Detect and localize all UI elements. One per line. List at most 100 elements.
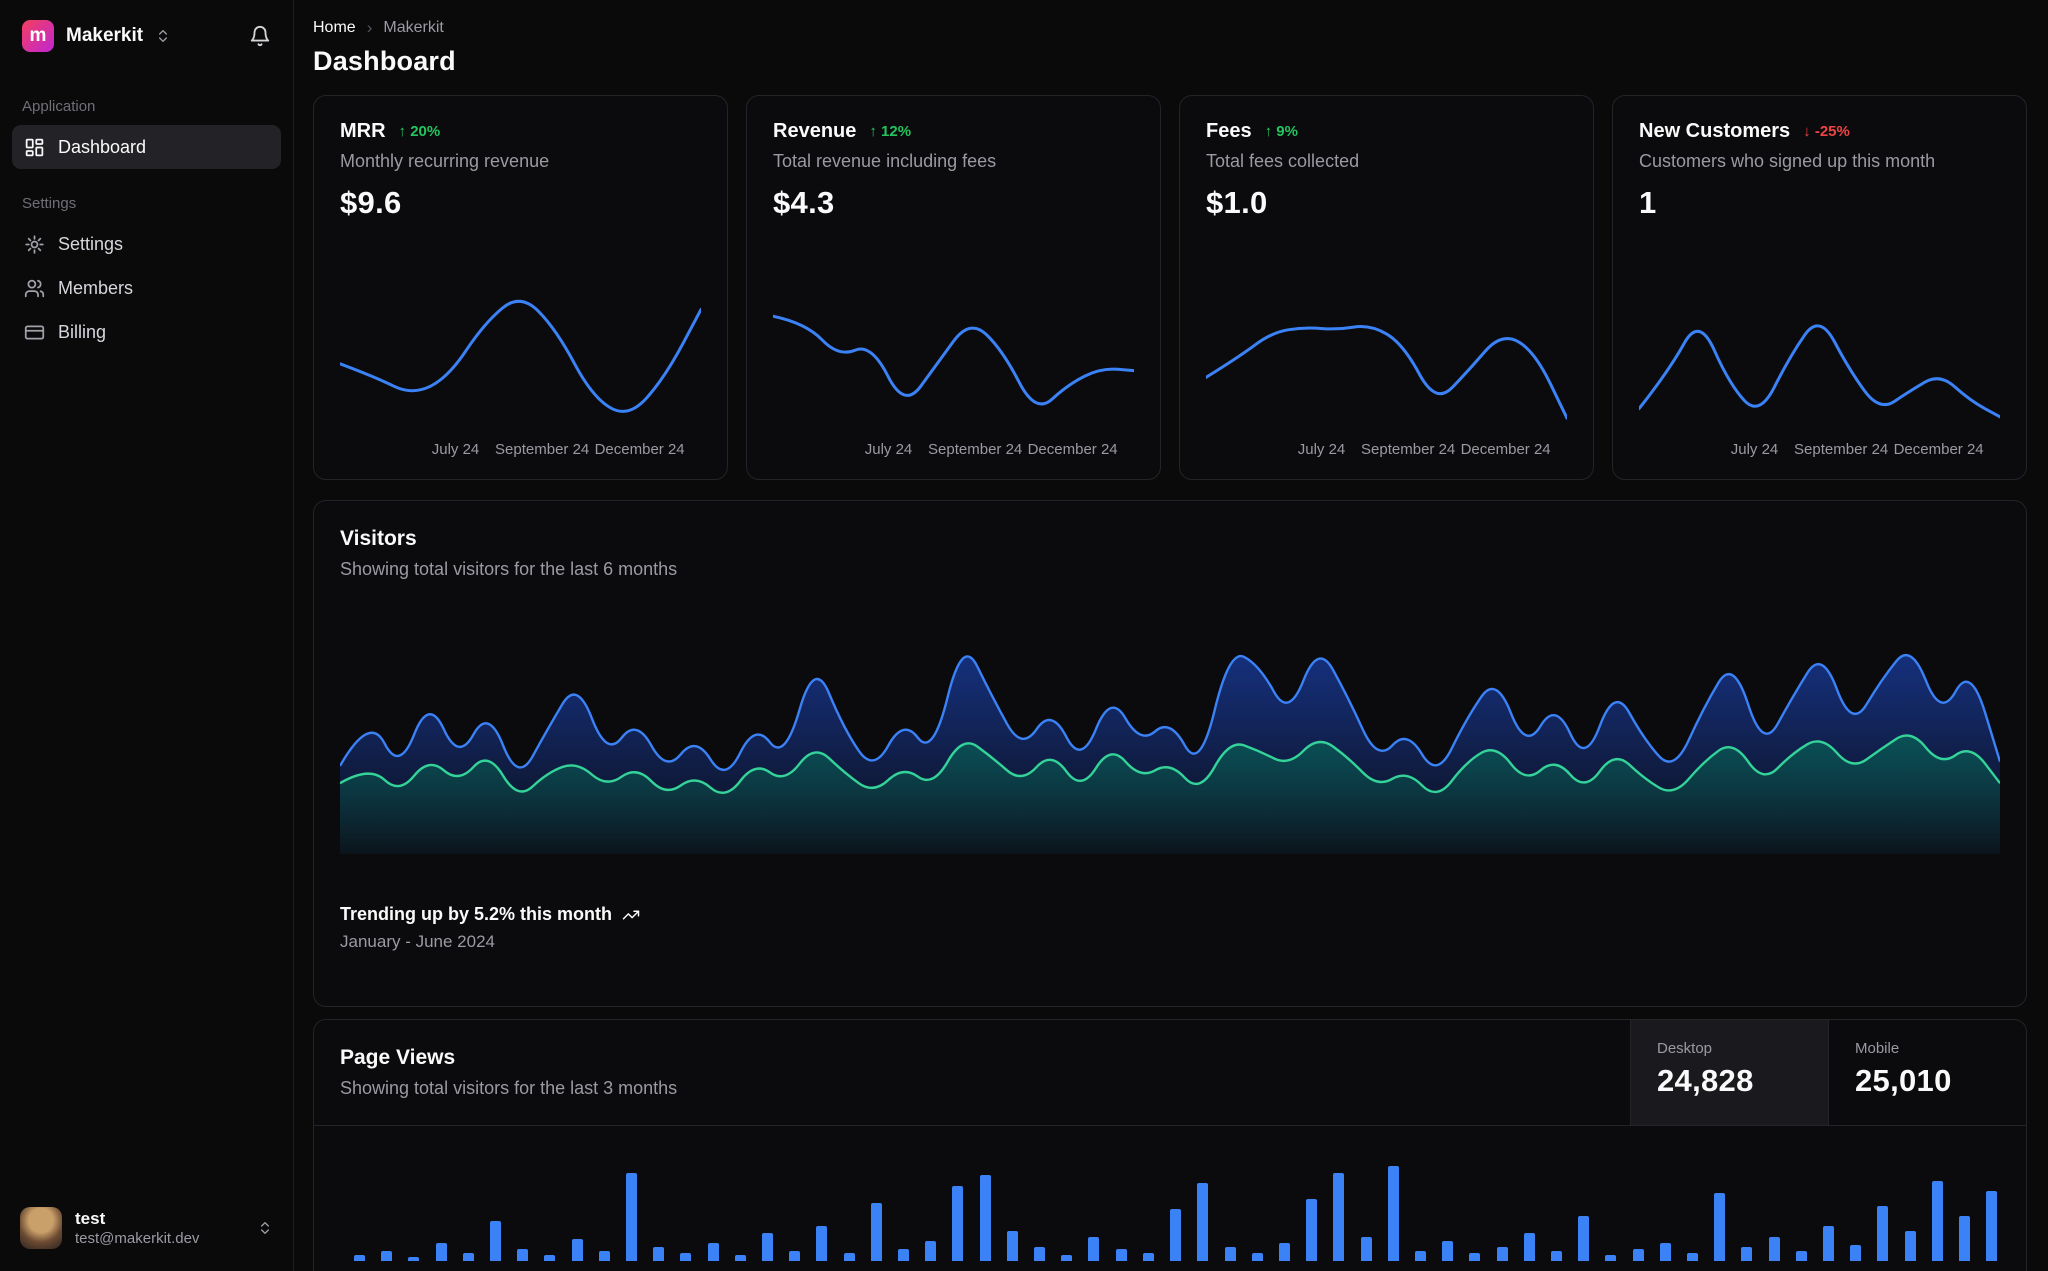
sparkline-chart: July 24 September 24 December 24 <box>340 281 701 461</box>
bar <box>1714 1193 1726 1261</box>
bar <box>435 1243 447 1261</box>
avatar <box>20 1207 62 1249</box>
bar <box>1061 1255 1073 1261</box>
bar <box>1795 1251 1807 1261</box>
sidebar-header: m Makerkit <box>0 0 293 62</box>
sidebar-item-label: Billing <box>58 321 107 342</box>
revenue-sparkline-svg <box>773 314 1134 406</box>
chevron-right-icon: › <box>366 18 373 37</box>
bar <box>598 1251 610 1261</box>
visitors-card: Visitors Showing total visitors for the … <box>313 500 2027 1007</box>
page-views-subtitle: Showing total visitors for the last 3 mo… <box>340 1078 678 1098</box>
bell-icon[interactable] <box>249 25 271 47</box>
bar <box>1224 1247 1236 1261</box>
x-tick: July 24 <box>431 441 480 458</box>
bar <box>707 1243 719 1261</box>
chevrons-up-down-icon <box>155 28 171 44</box>
bar <box>1686 1253 1698 1261</box>
user-name: test <box>75 1208 106 1228</box>
sidebar-item-label: Settings <box>58 233 124 254</box>
stat-card-fees: Fees ↑ 9% Total fees collected $1.0 July… <box>1179 95 1594 480</box>
sidebar-item-label: Dashboard <box>58 136 147 157</box>
x-axis-ticks: July 24 September 24 December 24 <box>1206 441 1567 461</box>
stat-cards-row: MRR ↑ 20% Monthly recurring revenue $9.6… <box>313 95 2027 480</box>
sidebar-item-label: Members <box>58 277 134 298</box>
mobile-toggle[interactable]: Mobile 25,010 <box>1828 1020 2026 1125</box>
x-tick: September 24 <box>928 441 1023 458</box>
bar <box>1170 1209 1182 1261</box>
mobile-value: 25,010 <box>1855 1063 1952 1098</box>
breadcrumb-home-link[interactable]: Home <box>313 19 356 37</box>
visitors-area-chart <box>340 624 2000 854</box>
new-customers-sparkline-svg <box>1639 324 2000 419</box>
stat-title: New Customers <box>1639 120 1791 142</box>
bar <box>1931 1181 1943 1261</box>
x-tick: July 24 <box>864 441 913 458</box>
bar <box>1278 1243 1290 1261</box>
main-content: Home › Makerkit Dashboard MRR ↑ 20% Mont… <box>294 0 2048 1271</box>
sidebar-item-dashboard[interactable]: Dashboard <box>12 125 281 169</box>
bar <box>870 1203 882 1261</box>
sparkline-chart: July 24 September 24 December 24 <box>1206 281 1567 461</box>
bar <box>1659 1243 1671 1261</box>
bar <box>1741 1247 1753 1261</box>
breadcrumb-current: Makerkit <box>383 19 444 36</box>
bar <box>843 1253 855 1261</box>
stat-value: $4.3 <box>773 185 835 220</box>
x-tick: December 24 <box>1893 441 1984 458</box>
bar <box>1822 1226 1834 1261</box>
bar <box>1360 1237 1372 1261</box>
bar <box>1496 1247 1508 1261</box>
bar <box>898 1249 910 1261</box>
sidebar-item-settings[interactable]: Settings <box>12 222 281 266</box>
brand-name: Makerkit <box>66 25 144 46</box>
desktop-value: 24,828 <box>1657 1063 1754 1098</box>
bar <box>1442 1241 1454 1261</box>
bar <box>789 1251 801 1261</box>
x-tick: September 24 <box>1361 441 1456 458</box>
x-axis-ticks: July 24 September 24 December 24 <box>1639 441 2000 461</box>
bar <box>1958 1216 1970 1261</box>
x-axis-ticks: July 24 September 24 December 24 <box>773 441 1134 461</box>
trend-down-badge: ↓ -25% <box>1803 123 1850 140</box>
stat-title: MRR <box>340 120 386 142</box>
trend-up-badge: ↑ 20% <box>398 123 441 140</box>
bar <box>1006 1231 1018 1261</box>
bar <box>462 1253 474 1261</box>
bar <box>1333 1173 1345 1261</box>
bar <box>1550 1251 1562 1261</box>
x-tick: July 24 <box>1297 441 1346 458</box>
stat-value: $1.0 <box>1206 185 1268 220</box>
page-views-header: Page Views Showing total visitors for th… <box>314 1020 2026 1126</box>
bar <box>517 1249 529 1261</box>
bar <box>1251 1253 1263 1261</box>
trending-up-icon <box>622 906 640 924</box>
bar <box>680 1253 692 1261</box>
bar <box>408 1257 420 1261</box>
user-menu[interactable]: test test@makerkit.dev <box>0 1191 293 1271</box>
stat-subtitle: Customers who signed up this month <box>1639 151 1936 171</box>
stat-subtitle: Total fees collected <box>1206 151 1360 171</box>
sidebar-item-billing[interactable]: Billing <box>12 310 281 354</box>
stat-card-mrr: MRR ↑ 20% Monthly recurring revenue $9.6… <box>313 95 728 480</box>
bar <box>1142 1253 1154 1261</box>
bar <box>626 1173 638 1261</box>
users-icon <box>24 278 45 299</box>
bar <box>544 1255 556 1261</box>
bar <box>1034 1247 1046 1261</box>
bar <box>1877 1206 1889 1261</box>
bar <box>1387 1166 1399 1261</box>
visitors-trend-text: Trending up by 5.2% this month <box>340 904 613 924</box>
bar <box>490 1221 502 1261</box>
sidebar-item-members[interactable]: Members <box>12 266 281 310</box>
desktop-toggle[interactable]: Desktop 24,828 <box>1630 1020 1828 1125</box>
bar <box>1197 1183 1209 1261</box>
workspace-selector[interactable]: m Makerkit <box>22 20 171 52</box>
gear-icon <box>24 234 45 255</box>
bar <box>571 1239 583 1261</box>
bar <box>816 1226 828 1261</box>
trend-up-badge: ↑ 12% <box>869 123 912 140</box>
bar <box>1523 1233 1535 1261</box>
nav-section-settings: Settings <box>22 195 77 212</box>
bar <box>952 1186 964 1261</box>
